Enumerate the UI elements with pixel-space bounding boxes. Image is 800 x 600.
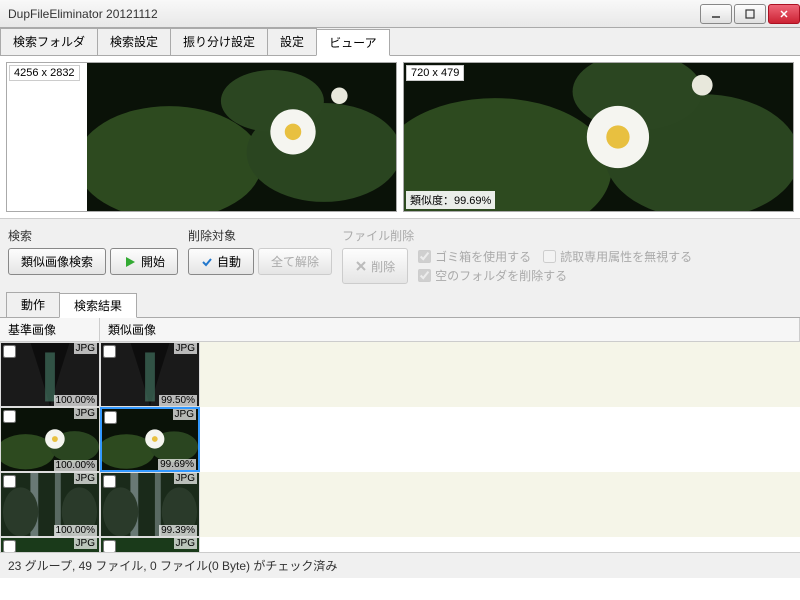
ignore-readonly-checkbox[interactable]: 読取専用属性を無視する (543, 248, 692, 265)
similarity-pct: 99.50% (159, 395, 197, 406)
delete-target-label: 削除対象 (188, 227, 332, 244)
similarity-pct: 100.00% (54, 395, 97, 406)
tab-search-settings[interactable]: 検索設定 (97, 28, 171, 55)
delete-target-group: 削除対象 自動 全て解除 (188, 227, 332, 284)
similarity-pct: 99.39% (159, 525, 197, 536)
auto-button-label: 自動 (217, 253, 241, 270)
col-reference[interactable]: 基準画像 (0, 318, 100, 341)
file-ext: JPG (174, 473, 197, 484)
result-row: JPG JPG (0, 537, 800, 552)
results-body[interactable]: JPG100.00%JPG99.50%JPG100.00%JPG99.69%JP… (0, 342, 800, 552)
viewer-right-pane[interactable]: 720 x 479 類似度：99.69% (403, 62, 794, 212)
maximize-icon (745, 9, 755, 19)
main-tabs: 検索フォルダ 検索設定 振り分け設定 設定 ビューア (0, 28, 800, 56)
tab-sort-settings[interactable]: 振り分け設定 (170, 28, 268, 55)
close-icon (779, 9, 789, 19)
minimize-button[interactable] (700, 4, 732, 24)
thumbnail-checkbox[interactable] (3, 475, 16, 488)
use-trash-checkbox[interactable]: ゴミ箱を使用する (418, 248, 531, 265)
result-row: JPG 100.00% JPG 99.39% (0, 472, 800, 537)
lily-image-icon (87, 63, 396, 211)
similarity-pct: 99.69% (158, 459, 196, 470)
file-ext: JPG (174, 343, 197, 354)
similar-image-search-button[interactable]: 類似画像検索 (8, 248, 106, 275)
window-controls (698, 4, 800, 24)
thumbnail-checkbox[interactable] (103, 475, 116, 488)
left-dimensions: 4256 x 2832 (9, 65, 80, 81)
statusbar: 23 グループ, 49 ファイル, 0 ファイル(0 Byte) がチェック済み (0, 552, 800, 578)
window-title: DupFileEliminator 20121112 (8, 7, 698, 21)
left-image (7, 63, 396, 211)
x-icon (355, 260, 367, 272)
close-button[interactable] (768, 4, 800, 24)
thumbnail-cell[interactable]: JPG 100.00% (0, 342, 100, 407)
thumbnail-cell[interactable]: JPG 99.69% (100, 407, 200, 472)
tab-viewer[interactable]: ビューア (316, 29, 390, 56)
thumbnail-cell[interactable]: JPG 100.00% (0, 472, 100, 537)
file-ext: JPG (173, 409, 196, 420)
thumbnail-checkbox[interactable] (104, 411, 117, 424)
lily-image-icon (404, 63, 793, 211)
row-spacer (200, 342, 800, 407)
titlebar: DupFileEliminator 20121112 (0, 0, 800, 28)
row-spacer (200, 537, 800, 552)
start-button-label: 開始 (141, 253, 165, 270)
file-delete-group: ファイル削除 削除 ゴミ箱を使用する 読取専用属性を無視する 空のフォルダを削除… (342, 227, 692, 284)
tab-settings[interactable]: 設定 (267, 28, 317, 55)
file-ext: JPG (74, 343, 97, 354)
search-group: 検索 類似画像検索 開始 (8, 227, 178, 284)
row-spacer (200, 407, 800, 472)
viewer-area: 4256 x 2832 720 x 479 類似度：99.69% (0, 56, 800, 219)
sub-tabs: 動作 検索結果 (0, 292, 800, 318)
thumbnail-cell[interactable]: JPG (0, 537, 100, 552)
similarity-pct: 100.00% (54, 525, 97, 536)
file-ext: JPG (74, 473, 97, 484)
thumbnail-cell[interactable]: JPG 100.00% (0, 407, 100, 472)
file-ext: JPG (74, 538, 97, 549)
row-spacer (200, 472, 800, 537)
similarity-label: 類似度：99.69% (406, 191, 495, 209)
thumbnail-checkbox[interactable] (3, 540, 16, 552)
col-similar[interactable]: 類似画像 (100, 318, 800, 341)
results-header: 基準画像 類似画像 (0, 318, 800, 342)
tab-search-folder[interactable]: 検索フォルダ (0, 28, 98, 55)
delete-button-label: 削除 (371, 258, 395, 275)
file-delete-label: ファイル削除 (342, 227, 692, 244)
search-label: 検索 (8, 227, 178, 244)
thumbnail-cell[interactable]: JPG (100, 537, 200, 552)
sub-tab-action[interactable]: 動作 (6, 292, 60, 317)
sub-tab-results[interactable]: 検索結果 (59, 293, 137, 318)
right-image (404, 63, 793, 211)
viewer-left-pane[interactable]: 4256 x 2832 (6, 62, 397, 212)
similarity-pct: 100.00% (54, 460, 97, 471)
play-arrow-icon (123, 255, 137, 269)
result-row: JPG 100.00% JPG 99.50% (0, 342, 800, 407)
thumbnail-cell[interactable]: JPG 99.50% (100, 342, 200, 407)
right-dimensions: 720 x 479 (406, 65, 464, 81)
auto-button[interactable]: 自動 (188, 248, 254, 275)
thumbnail-cell[interactable]: JPG 99.39% (100, 472, 200, 537)
minimize-icon (711, 9, 721, 19)
thumbnail-checkbox[interactable] (103, 345, 116, 358)
controls-area: 検索 類似画像検索 開始 削除対象 自動 全て解除 ファイル削除 削除 (0, 219, 800, 292)
delete-button[interactable]: 削除 (342, 248, 408, 284)
clear-all-button[interactable]: 全て解除 (258, 248, 332, 275)
delete-empty-checkbox[interactable]: 空のフォルダを削除する (418, 267, 692, 284)
thumbnail-checkbox[interactable] (3, 345, 16, 358)
maximize-button[interactable] (734, 4, 766, 24)
check-icon (201, 256, 213, 268)
result-row: JPG 100.00% JPG 99.69% (0, 407, 800, 472)
thumbnail-checkbox[interactable] (103, 540, 116, 552)
file-ext: JPG (74, 408, 97, 419)
start-button[interactable]: 開始 (110, 248, 178, 275)
thumbnail-checkbox[interactable] (3, 410, 16, 423)
file-ext: JPG (174, 538, 197, 549)
